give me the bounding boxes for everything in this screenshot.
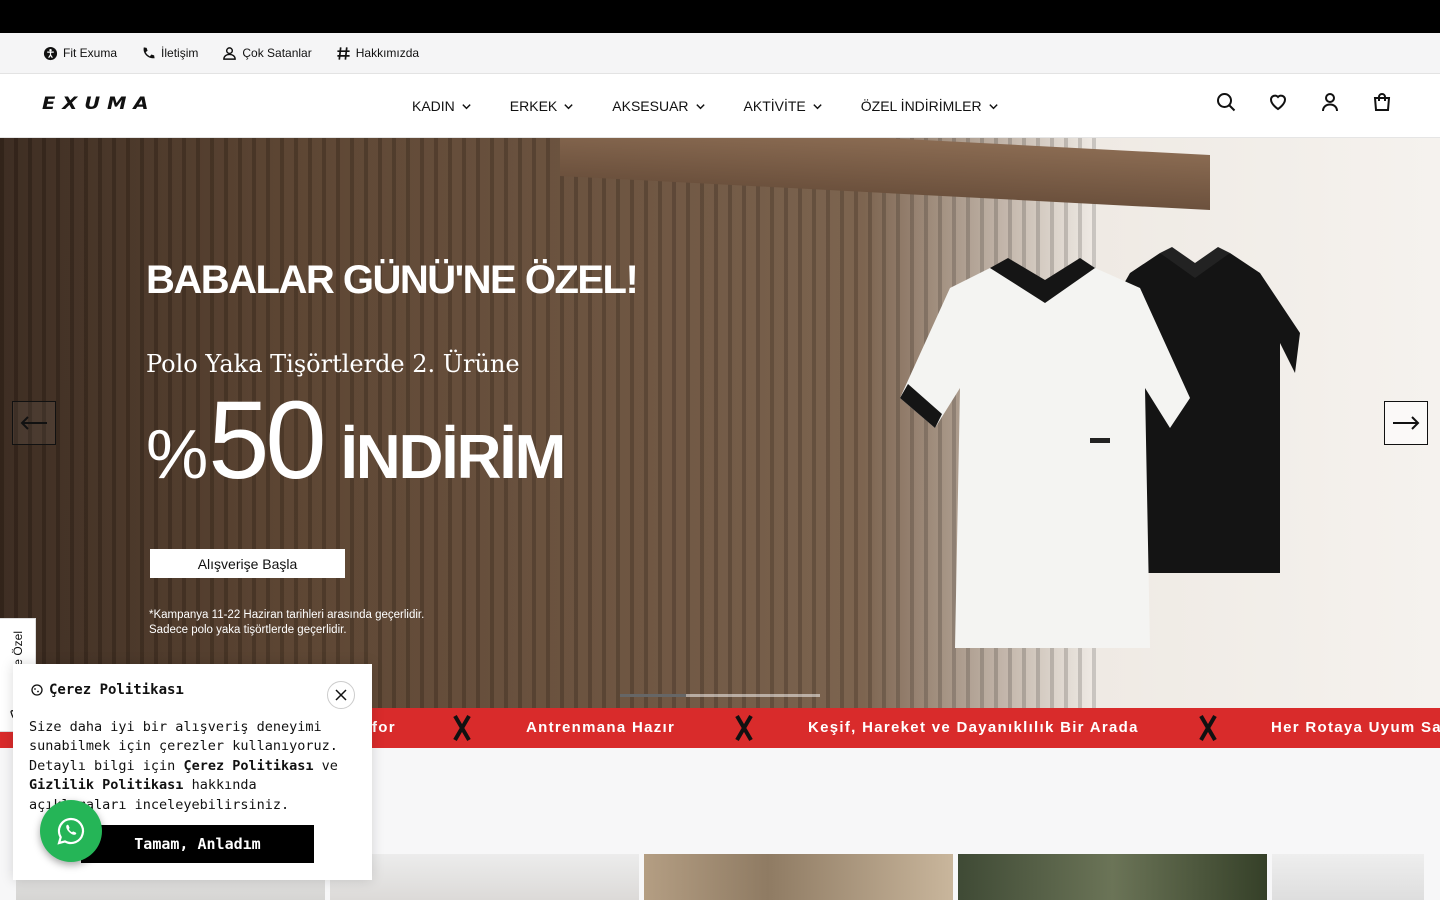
hero-slider: BABALAR GÜNÜ'NE ÖZEL! Polo Yaka Tişörtle… [0, 138, 1440, 708]
main-nav: KADIN ERKEK AKSESUAR AKTİVİTE ÖZEL İNDİR… [412, 74, 999, 138]
chevron-down-icon [462, 103, 471, 109]
hero-subtitle: Polo Yaka Tişörtlerde 2. Ürüne [146, 350, 520, 378]
nav-item-label: ÖZEL İNDİRİMLER [860, 98, 982, 114]
utility-link-contact[interactable]: İletişim [141, 46, 198, 61]
utility-link-label: Fit Exuma [63, 46, 118, 60]
category-card[interactable] [644, 854, 953, 900]
marquee-text: Antrenmana Hazır [526, 719, 676, 736]
cookie-body-text: ve [313, 757, 338, 774]
whatsapp-icon [57, 817, 85, 845]
white-polo-image [900, 258, 1190, 648]
slider-progress-active [620, 694, 686, 697]
exuma-x-icon [453, 714, 471, 742]
phone-icon [143, 46, 155, 58]
chevron-down-icon [564, 103, 573, 109]
hash-icon [337, 46, 350, 60]
slider-next-button[interactable] [1384, 401, 1428, 445]
hero-campaign-note: *Kampanya 11-22 Haziran tarihleri arasın… [149, 608, 424, 638]
chevron-down-icon [813, 103, 822, 109]
nav-item-aksesuar[interactable]: AKSESUAR [612, 98, 705, 114]
category-card[interactable] [330, 854, 639, 900]
hero-discount-word: İNDİRİM [340, 423, 567, 492]
utility-link-about[interactable]: Hakkımızda [336, 46, 419, 61]
cookie-policy-link[interactable]: Çerez Politikası [183, 758, 313, 774]
nav-item-aktivite[interactable]: AKTİVİTE [744, 98, 823, 114]
account-icon[interactable] [1320, 92, 1340, 112]
top-announcement-bar [0, 0, 1440, 33]
hero-note-line: Sadece polo yaka tişörtlerde geçerlidir. [149, 624, 347, 636]
utility-link-label: Hakkımızda [355, 46, 420, 60]
cart-icon[interactable] [1372, 92, 1392, 112]
cookie-title-row: Çerez Politikası [31, 682, 184, 698]
category-card[interactable] [1272, 854, 1424, 900]
hero-note-line: *Kampanya 11-22 Haziran tarihleri arasın… [149, 609, 425, 621]
utility-link-label: Çok Satanlar [242, 46, 312, 60]
arrow-left-icon [20, 416, 47, 430]
hero-title: BABALAR GÜNÜ'NE ÖZEL! [146, 258, 639, 302]
cookie-accept-button[interactable]: Tamam, Anladım [81, 825, 314, 863]
utility-nav: Fit Exuma İletişim Çok Satanlar Hakkımız… [0, 33, 1440, 74]
heart-icon[interactable] [1268, 92, 1288, 112]
nav-item-erkek[interactable]: ERKEK [510, 98, 574, 114]
cookie-title: Çerez Politikası [49, 682, 184, 698]
utility-link-label: İletişim [161, 46, 199, 60]
nav-item-label: AKTİVİTE [743, 98, 806, 114]
brand-logo[interactable]: EXUMA [42, 94, 155, 114]
cookie-icon [31, 684, 43, 696]
arrow-right-icon [1393, 416, 1420, 430]
whatsapp-button[interactable] [40, 800, 102, 862]
nav-item-ozel-indirimler[interactable]: ÖZEL İNDİRİMLER [861, 98, 999, 114]
privacy-policy-link[interactable]: Gizlilik Politikası [29, 777, 183, 793]
utility-link-bestsellers[interactable]: Çok Satanlar [222, 46, 312, 61]
slider-progress [620, 694, 820, 697]
cookie-close-button[interactable] [327, 681, 355, 709]
nav-item-label: AKSESUAR [612, 98, 689, 114]
exuma-x-icon [1199, 714, 1217, 742]
close-icon [335, 689, 347, 701]
user-icon [223, 46, 237, 60]
accessibility-icon [43, 46, 58, 60]
hero-discount: % 50 İNDİRİM [146, 379, 567, 502]
utility-link-fit-exuma[interactable]: Fit Exuma [43, 46, 117, 61]
chevron-down-icon [988, 103, 998, 109]
start-shopping-button[interactable]: Alışverişe Başla [150, 549, 345, 578]
nav-item-kadin[interactable]: KADIN [412, 98, 472, 114]
slider-prev-button[interactable] [12, 401, 56, 445]
nav-item-label: ERKEK [509, 98, 558, 114]
marquee-text: for [372, 719, 396, 736]
nav-item-label: KADIN [412, 98, 455, 114]
marquee-text: Keşif, Hareket ve Dayanıklılık Bir Arada [808, 719, 1139, 736]
search-icon[interactable] [1216, 92, 1236, 112]
main-header: EXUMA KADIN ERKEK AKSESUAR AKTİVİTE ÖZEL… [0, 74, 1440, 138]
hero-discount-value: 50 [208, 379, 326, 502]
exuma-x-icon [735, 714, 753, 742]
chevron-down-icon [695, 103, 705, 109]
category-card[interactable] [958, 854, 1267, 900]
hero-percent-sign: % [146, 415, 209, 493]
marquee-text: Her Rotaya Uyum Sa [1271, 719, 1440, 736]
header-actions [1216, 92, 1392, 112]
